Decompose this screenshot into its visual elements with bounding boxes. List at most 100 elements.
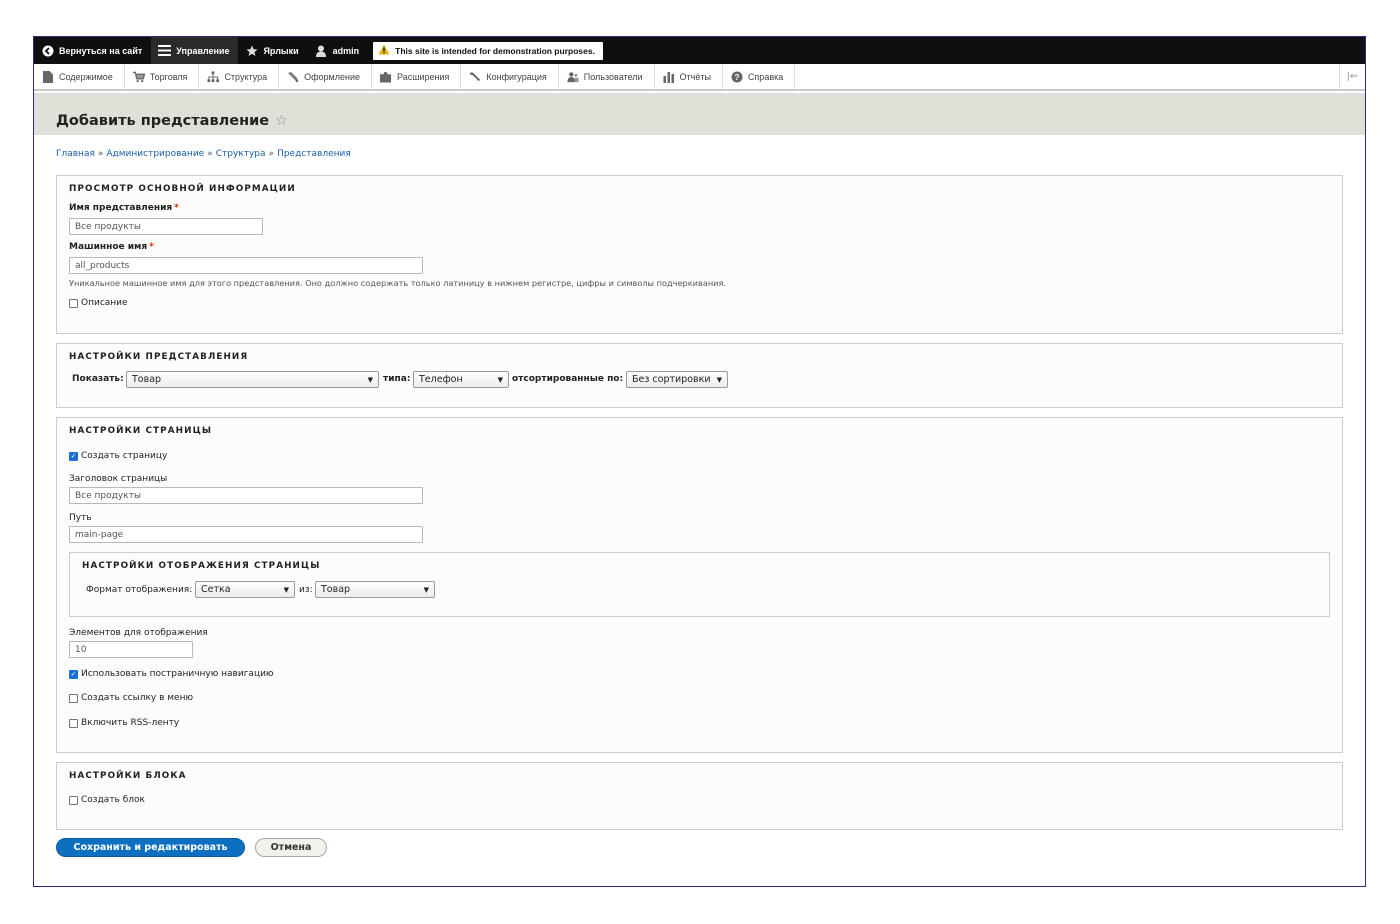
fieldset-title: Просмотр основной информации [69,184,296,194]
sorted-label: отсортированные по: [512,374,624,384]
machine-name-label: Машинное имя * [69,242,154,252]
tray-item-label: Оформление [304,71,361,82]
fieldset-title: Настройки блока [69,771,187,781]
tray-item-appearance[interactable]: Оформление [279,64,373,89]
tray-item-label: Пользователи [583,71,643,82]
rss-checkbox[interactable]: Включить RSS-ленту [69,718,179,728]
page-header: Добавить представление ☆ [34,93,1365,135]
checkbox-box[interactable] [69,693,78,703]
required-marker: * [174,203,179,213]
user-tab[interactable]: admin [308,37,369,64]
demo-message-text: This site is intended for demonstration … [395,45,595,56]
breadcrumb-views[interactable]: Представления [277,149,351,159]
type-label: типа: [383,374,411,384]
admin-menu-tray: Содержимое Торговля Структура Оформление… [34,64,1365,91]
manage-tab[interactable]: Управление [151,37,239,64]
basic-info-fieldset: Просмотр основной информации Имя предста… [56,175,1343,334]
row-style-select[interactable]: Товар ▼ [315,581,435,598]
breadcrumb-admin[interactable]: Администрирование [106,149,204,159]
dropdown-arrow-icon: ▼ [283,585,289,594]
cancel-button[interactable]: Отмена [255,838,327,857]
machine-name-input[interactable]: all_products [69,257,423,274]
tray-orientation-toggle[interactable]: |⇐ [1339,64,1365,89]
type-select[interactable]: Телефон ▼ [413,371,509,388]
tray-item-label: Справка [747,71,784,82]
puzzle-icon [380,71,392,83]
collapse-icon: |⇐ [1347,71,1358,82]
save-and-edit-button[interactable]: Сохранить и редактировать [56,838,245,857]
pager-checkbox[interactable]: ✓ Использовать постраничную навигацию [69,669,274,679]
back-to-site-link[interactable]: Вернуться на сайт [34,37,151,64]
fieldset-title: Настройки представления [69,352,249,362]
page-display-fieldset: Настройки отображения страницы Формат от… [69,552,1330,617]
view-name-label: Имя представления * [69,203,179,213]
tray-item-structure[interactable]: Структура [199,64,280,89]
tray-item-content[interactable]: Содержимое [34,64,125,89]
create-page-checkbox[interactable]: ✓ Создать страницу [69,451,167,461]
items-per-page-input[interactable]: 10 [69,641,193,658]
tray-item-label: Расширения [397,71,450,82]
warning-icon [378,44,390,57]
demo-message: This site is intended for demonstration … [373,41,603,60]
dropdown-arrow-icon: ▼ [423,585,429,594]
fieldset-title: Настройки отображения страницы [82,561,321,571]
tray-item-label: Отчёты [679,71,711,82]
show-label: Показать: [72,374,124,384]
back-arrow-icon [41,44,54,57]
tray-item-commerce[interactable]: Торговля [125,64,200,89]
items-per-page-label: Элементов для отображения [69,628,208,638]
sitemap-icon [207,70,220,83]
tray-item-label: Содержимое [59,71,113,82]
sort-select[interactable]: Без сортировки ▼ [626,371,728,388]
menu-icon [158,44,172,57]
required-marker: * [149,242,154,252]
shortcuts-label: Ярлыки [263,45,299,56]
checkbox-box[interactable]: ✓ [69,669,78,679]
admin-toolbar: Вернуться на сайт Управление Ярлыки admi… [34,37,1365,64]
page-title-input[interactable]: Все продукты [69,487,423,504]
tray-item-configuration[interactable]: Конфигурация [461,64,559,89]
breadcrumb-home[interactable]: Главная [56,149,95,159]
tray-item-label: Структура [224,71,268,82]
display-format-select[interactable]: Сетка ▼ [195,581,295,598]
dropdown-arrow-icon: ▼ [367,375,373,384]
dropdown-arrow-icon: ▼ [497,375,503,384]
page-title: Добавить представление ☆ [56,113,288,129]
bar-chart-icon [663,71,675,83]
tray-item-help[interactable]: ? Справка [723,64,796,89]
star-icon [245,44,258,57]
view-name-input[interactable]: Все продукты [69,218,263,235]
help-icon: ? [731,71,743,83]
page-title-text: Добавить представление [56,113,270,129]
page-settings-fieldset: Настройки страницы ✓ Создать страницу За… [56,417,1343,753]
checkbox-box[interactable]: ✓ [69,451,78,461]
document-icon [42,70,54,83]
path-label: Путь [69,513,92,523]
fieldset-title: Настройки страницы [69,426,213,436]
tray-item-extend[interactable]: Расширения [372,64,462,89]
back-to-site-label: Вернуться на сайт [59,45,143,56]
shortcuts-tab[interactable]: Ярлыки [238,37,307,64]
create-block-checkbox[interactable]: Создать блок [69,795,145,805]
brush-icon [287,71,299,83]
checkbox-box[interactable] [69,718,78,728]
user-icon [315,44,328,57]
dropdown-arrow-icon: ▼ [716,375,722,384]
view-settings-fieldset: Настройки представления Показать: Товар ▼… [56,343,1343,408]
of-label: из: [299,585,313,595]
tray-item-people[interactable]: Пользователи [559,64,655,89]
machine-name-description: Уникальное машинное имя для этого предст… [69,278,727,288]
checkbox-box[interactable] [69,298,78,308]
path-input[interactable]: main-page [69,526,423,543]
checkbox-box[interactable] [69,795,78,805]
show-select[interactable]: Товар ▼ [126,371,379,388]
tray-item-label: Конфигурация [486,71,547,82]
page-title-label: Заголовок страницы [69,474,168,484]
people-icon [567,71,579,83]
admin-frame: Вернуться на сайт Управление Ярлыки admi… [33,36,1366,887]
breadcrumb-structure[interactable]: Структура [216,149,266,159]
tray-item-reports[interactable]: Отчёты [655,64,723,89]
description-checkbox[interactable]: Описание [69,298,128,308]
menu-link-checkbox[interactable]: Создать ссылку в меню [69,693,193,703]
shortcut-star-icon[interactable]: ☆ [275,113,288,129]
